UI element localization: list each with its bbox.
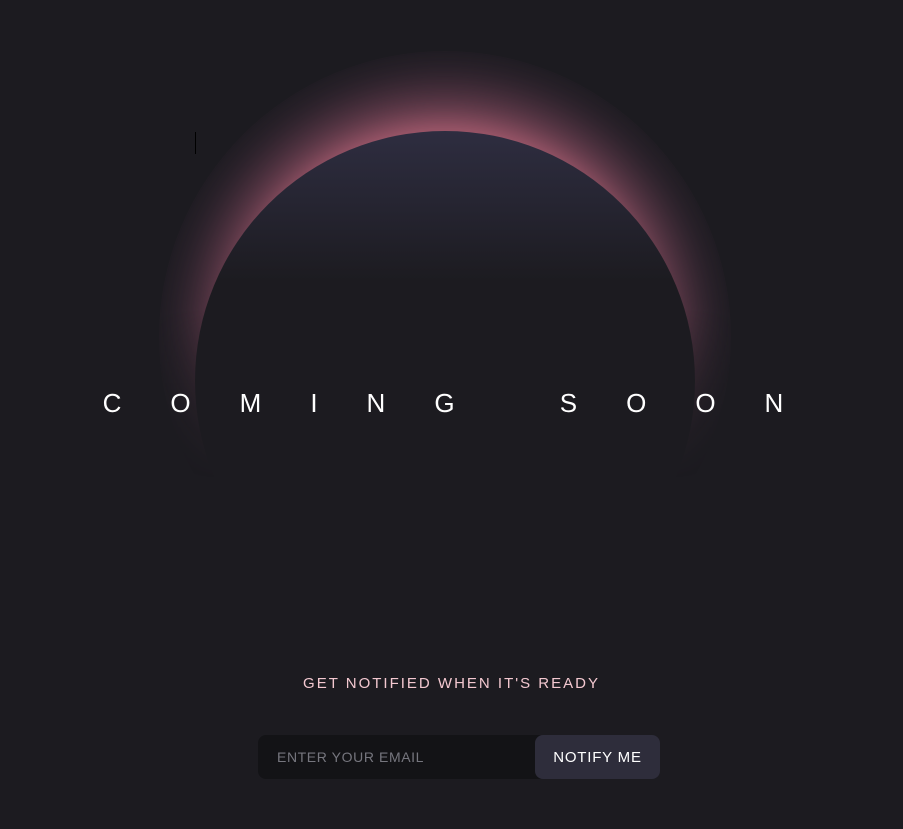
coming-soon-headline: COMING SOON	[102, 388, 833, 418]
notify-me-button[interactable]: NOTIFY ME	[535, 735, 660, 779]
signup-form: NOTIFY ME	[258, 735, 660, 779]
notify-heading: GET NOTIFIED WHEN IT'S READY	[303, 675, 600, 692]
text-cursor	[195, 132, 196, 154]
eclipse-planet	[195, 131, 695, 631]
email-input[interactable]	[258, 735, 535, 779]
